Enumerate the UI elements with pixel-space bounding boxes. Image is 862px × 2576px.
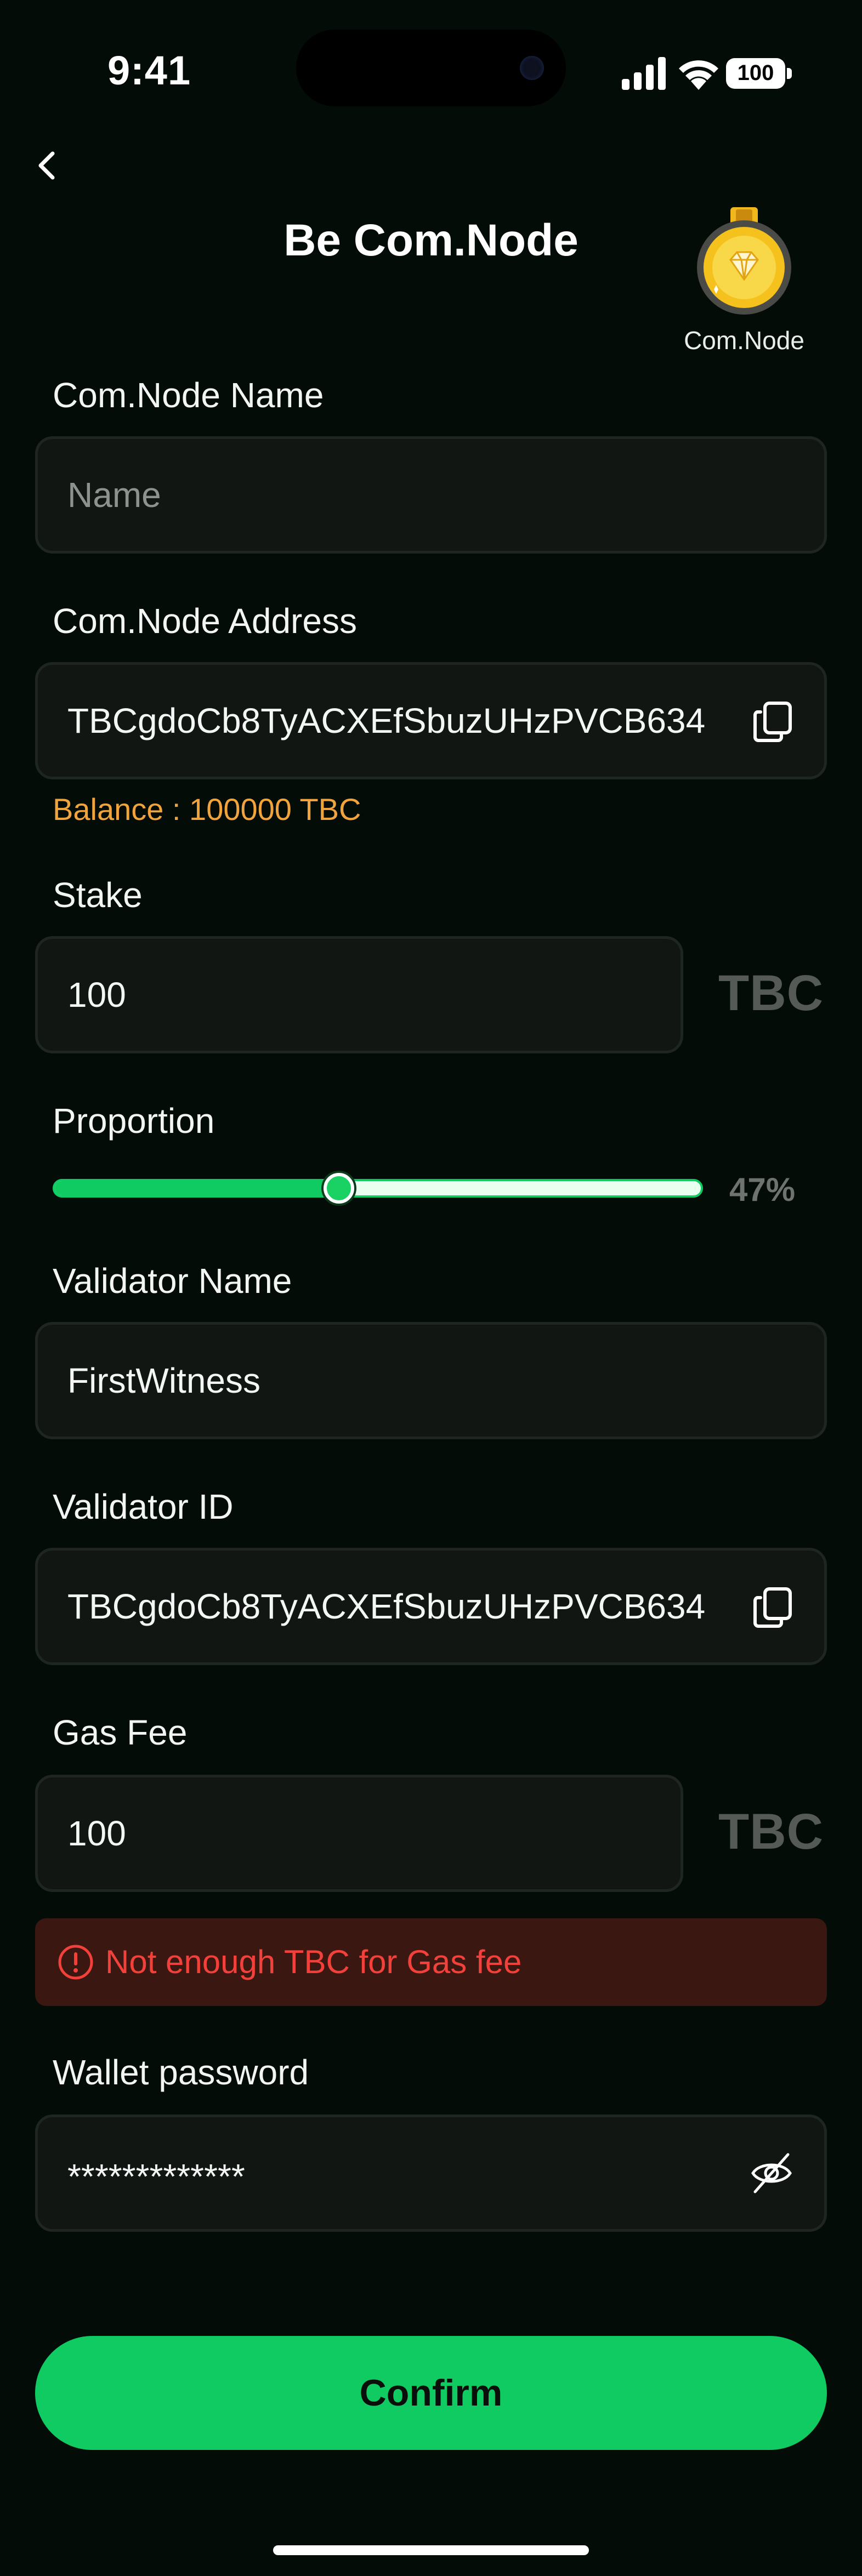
validator-id-label: Validator ID <box>53 1487 234 1526</box>
gas-fee-error: Not enough TBC for Gas fee <box>35 1918 827 2006</box>
node-address-value: TBCgdoCb8TyACXEfSbuzUHzPVCB634 <box>67 701 706 740</box>
validator-id-field[interactable]: TBCgdoCb8TyACXEfSbuzUHzPVCB634 <box>35 1548 827 1665</box>
validator-id-value: TBCgdoCb8TyACXEfSbuzUHzPVCB634 <box>67 1587 706 1626</box>
chevron-left-icon[interactable] <box>30 148 65 183</box>
gas-fee-input[interactable]: 100 <box>35 1775 683 1892</box>
battery-level: 100 <box>737 61 774 85</box>
wallet-password-label: Wallet password <box>53 2053 309 2092</box>
copy-icon[interactable] <box>751 1586 795 1629</box>
proportion-slider-thumb[interactable] <box>323 1173 354 1204</box>
balance-text: Balance : 100000 TBC <box>53 792 361 827</box>
copy-icon[interactable] <box>751 700 795 744</box>
node-address-label: Com.Node Address <box>53 601 357 641</box>
gas-fee-value: 100 <box>67 1814 126 1853</box>
validator-name-input[interactable]: FirstWitness <box>35 1322 827 1439</box>
stake-value: 100 <box>67 975 126 1015</box>
diamond-medal-icon <box>697 207 791 315</box>
status-bar: 9:41 100 <box>0 0 862 126</box>
validator-name-value: FirstWitness <box>67 1361 260 1400</box>
node-name-placeholder: Name <box>67 475 161 515</box>
proportion-slider-track[interactable] <box>53 1179 703 1198</box>
status-time: 9:41 <box>107 48 191 93</box>
proportion-value: 47% <box>729 1171 796 1208</box>
gas-fee-unit: TBC <box>718 1804 824 1860</box>
node-name-label: Com.Node Name <box>53 375 324 415</box>
validator-name-label: Validator Name <box>53 1261 292 1301</box>
home-indicator <box>273 2545 589 2555</box>
stake-unit: TBC <box>718 965 824 1021</box>
eye-off-icon[interactable] <box>748 2150 795 2196</box>
stake-label: Stake <box>53 875 143 915</box>
stake-input[interactable]: 100 <box>35 936 683 1053</box>
wallet-password-value: ************* <box>67 2157 245 2196</box>
confirm-button[interactable]: Confirm <box>35 2336 827 2450</box>
wallet-password-input[interactable]: ************* <box>35 2115 827 2232</box>
proportion-label: Proportion <box>53 1101 215 1141</box>
battery-icon: 100 <box>726 58 792 89</box>
dynamic-island <box>296 30 566 106</box>
gas-fee-error-text: Not enough TBC for Gas fee <box>105 1944 522 1980</box>
proportion-slider-fill <box>55 1181 341 1195</box>
com-node-badge-label: Com.Node <box>684 326 804 355</box>
node-address-field[interactable]: TBCgdoCb8TyACXEfSbuzUHzPVCB634 <box>35 662 827 779</box>
alert-circle-icon <box>58 1945 93 1980</box>
node-name-input[interactable]: Name <box>35 436 827 554</box>
signal-icon <box>622 57 666 90</box>
gas-fee-label: Gas Fee <box>53 1713 188 1752</box>
camera-icon <box>520 56 544 80</box>
wifi-icon <box>679 60 718 90</box>
